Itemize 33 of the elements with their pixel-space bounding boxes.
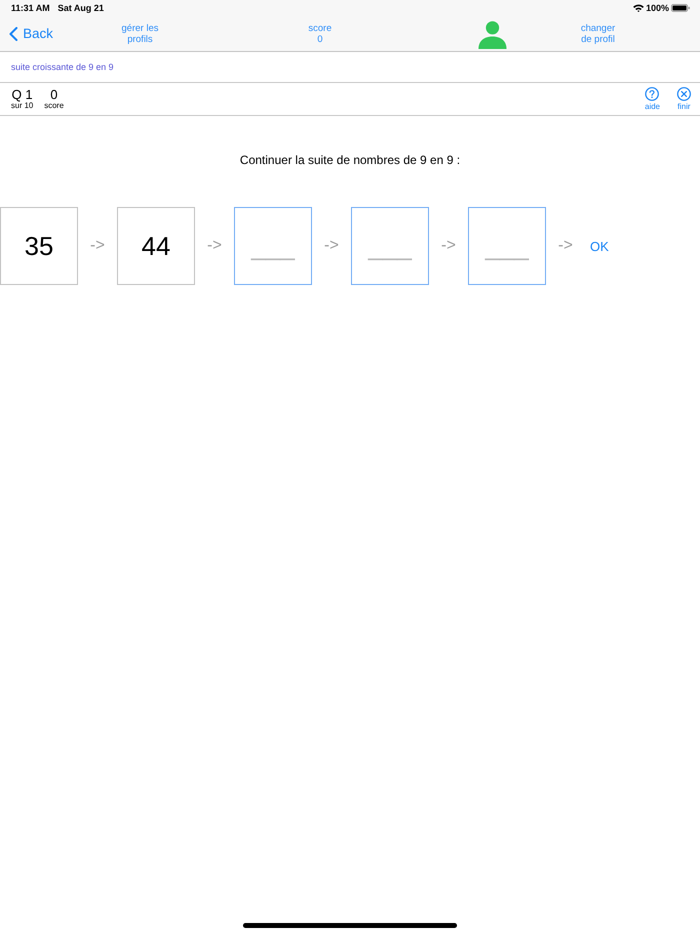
avatar-icon[interactable] [478, 21, 506, 49]
help-icon [645, 87, 660, 101]
battery-icon [671, 4, 690, 12]
sequence-arrow: -> [206, 237, 223, 255]
back-button[interactable]: Back [9, 26, 54, 41]
sequence-arrow: -> [557, 237, 574, 255]
help-button[interactable]: aide [644, 87, 660, 111]
question-prompt: Continuer la suite de nombres de 9 en 9 : [238, 153, 462, 167]
status-date: Sat Aug 21 [58, 3, 104, 13]
status-time: 11:31 AM [11, 3, 50, 13]
answer-box[interactable]: ___ [351, 207, 429, 285]
question-total: sur 10 [11, 100, 34, 110]
score-value: 0 [317, 34, 323, 44]
exercise-title: suite croissante de 9 en 9 [11, 62, 114, 72]
close-icon [677, 87, 691, 101]
ok-button[interactable]: OK [590, 238, 609, 254]
finish-button[interactable]: finir [677, 87, 691, 111]
question-number: Q 1 [12, 88, 33, 100]
wifi-icon [632, 4, 644, 12]
score-label: score [308, 22, 332, 34]
number-box: 35 [0, 207, 78, 285]
score-count: 0 [50, 88, 58, 100]
battery-percent: 100% [646, 3, 669, 13]
manage-profiles-button[interactable]: gérer les profils [117, 22, 163, 44]
sequence-arrow: -> [323, 237, 340, 255]
answer-box[interactable]: ___ [468, 207, 546, 285]
score-caption: score [44, 100, 64, 110]
change-profile-button[interactable]: changer de profil [576, 22, 620, 44]
answer-box[interactable]: ___ [234, 207, 312, 285]
sequence-arrow: -> [440, 237, 457, 255]
number-box: 44 [117, 207, 195, 285]
chevron-left-icon [9, 26, 18, 40]
sequence-arrow: -> [89, 237, 106, 255]
